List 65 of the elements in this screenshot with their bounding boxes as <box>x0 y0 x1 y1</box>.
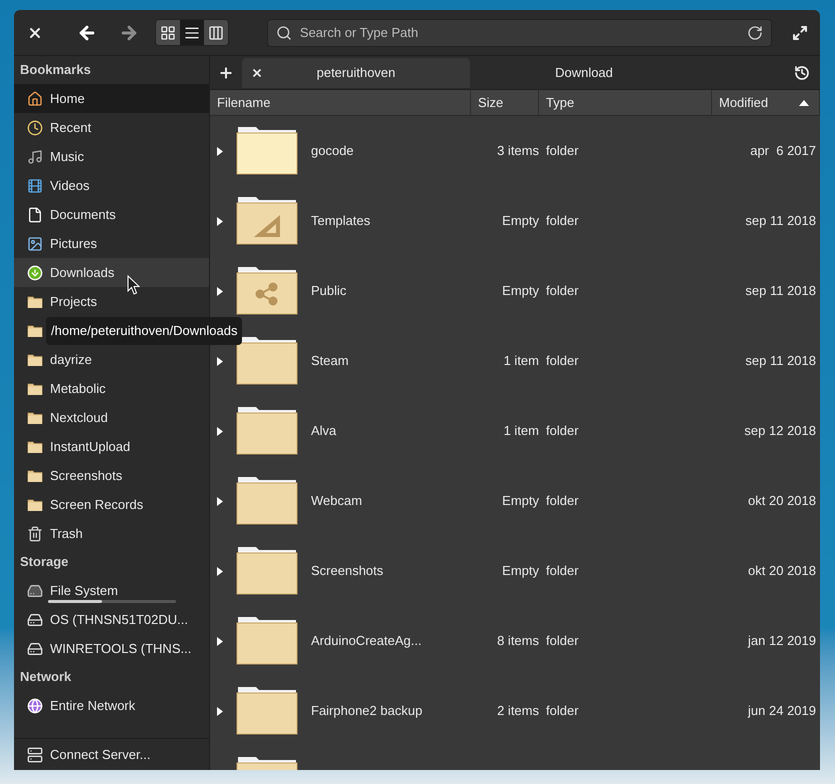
file-type: folder <box>546 353 579 368</box>
file-date: sep 12 2018 <box>744 422 816 440</box>
file-date: apr 6 2017 <box>750 142 816 160</box>
column-title: Size <box>478 94 504 112</box>
tab-label: peteruithoven <box>316 64 396 82</box>
file-size: Empty <box>502 212 539 230</box>
file-size: Empty <box>502 492 539 510</box>
section-heading: Network <box>19 668 72 686</box>
section-heading: Bookmarks <box>19 61 92 80</box>
file-size: 2 items <box>497 702 539 720</box>
sidebar-label: Videos <box>50 176 90 195</box>
sidebar-label: Projects <box>50 292 97 311</box>
file-name: ArduinoCreateAg... <box>311 632 422 650</box>
file-size: 3 items <box>497 142 539 160</box>
file-type: folder <box>546 283 579 298</box>
tab-label: Download <box>555 64 613 82</box>
file-date: sep 11 2018 <box>745 352 816 370</box>
file-type: folder <box>546 703 579 718</box>
sidebar-label: Pictures <box>50 234 97 253</box>
file-name: Templates <box>311 212 370 230</box>
file-name: gocode <box>311 142 354 160</box>
file-type: folder <box>546 143 579 158</box>
file-date: okt 20 2018 <box>748 562 816 580</box>
file-size: 1 item <box>504 422 539 440</box>
sidebar-label: Nextcloud <box>50 408 108 427</box>
column-title: Type <box>546 94 574 112</box>
sidebar-label: Metabolic <box>50 380 106 398</box>
file-date: sep 11 2018 <box>745 212 816 230</box>
sidebar-label: Music <box>50 148 84 166</box>
column-title: Filename <box>217 94 270 112</box>
file-size: Empty <box>502 282 539 300</box>
file-type: folder <box>546 633 579 648</box>
file-type: folder <box>546 213 579 228</box>
file-name: Screenshots <box>311 562 384 580</box>
sidebar-label: Entire Network <box>50 696 136 715</box>
file-size: Empty <box>502 562 539 580</box>
file-date: sep 11 2018 <box>745 282 816 300</box>
sidebar-label: Trash <box>50 524 83 543</box>
file-size: 1 item <box>504 352 539 370</box>
file-type: folder <box>546 563 579 578</box>
file-date: jan 12 2019 <box>748 632 816 650</box>
sidebar-label: WINRETOOLS (THNS... <box>50 640 192 658</box>
file-name: Fairphone2 backup <box>311 702 422 720</box>
sidebar-label: File System <box>50 582 118 600</box>
file-name: Alva <box>311 422 336 440</box>
sidebar-label: Home <box>50 90 85 108</box>
file-date: jun 24 2019 <box>748 702 816 720</box>
column-title: Modified <box>719 94 768 112</box>
sidebar-label: Recent <box>50 118 92 137</box>
section-heading: Storage <box>19 553 70 572</box>
sidebar-label: Screen Records <box>50 496 144 514</box>
file-date: okt 20 2018 <box>748 492 816 510</box>
file-type: folder <box>546 423 579 438</box>
sidebar-label: OS (THNSN51T02DU... <box>50 610 188 629</box>
sidebar-label: Screenshots <box>50 466 122 485</box>
tooltip: /home/peteruithoven/Downloads <box>46 317 242 345</box>
file-size: 8 items <box>497 632 539 650</box>
file-name: Public <box>311 282 346 300</box>
sidebar-label: dayrize <box>50 350 92 369</box>
file-type: folder <box>546 493 579 508</box>
file-name: Webcam <box>311 492 362 510</box>
sidebar-label: Documents <box>50 206 116 224</box>
sidebar-label: InstantUpload <box>50 438 130 456</box>
file-name: Steam <box>311 352 349 370</box>
sidebar-label: Downloads <box>50 264 114 282</box>
